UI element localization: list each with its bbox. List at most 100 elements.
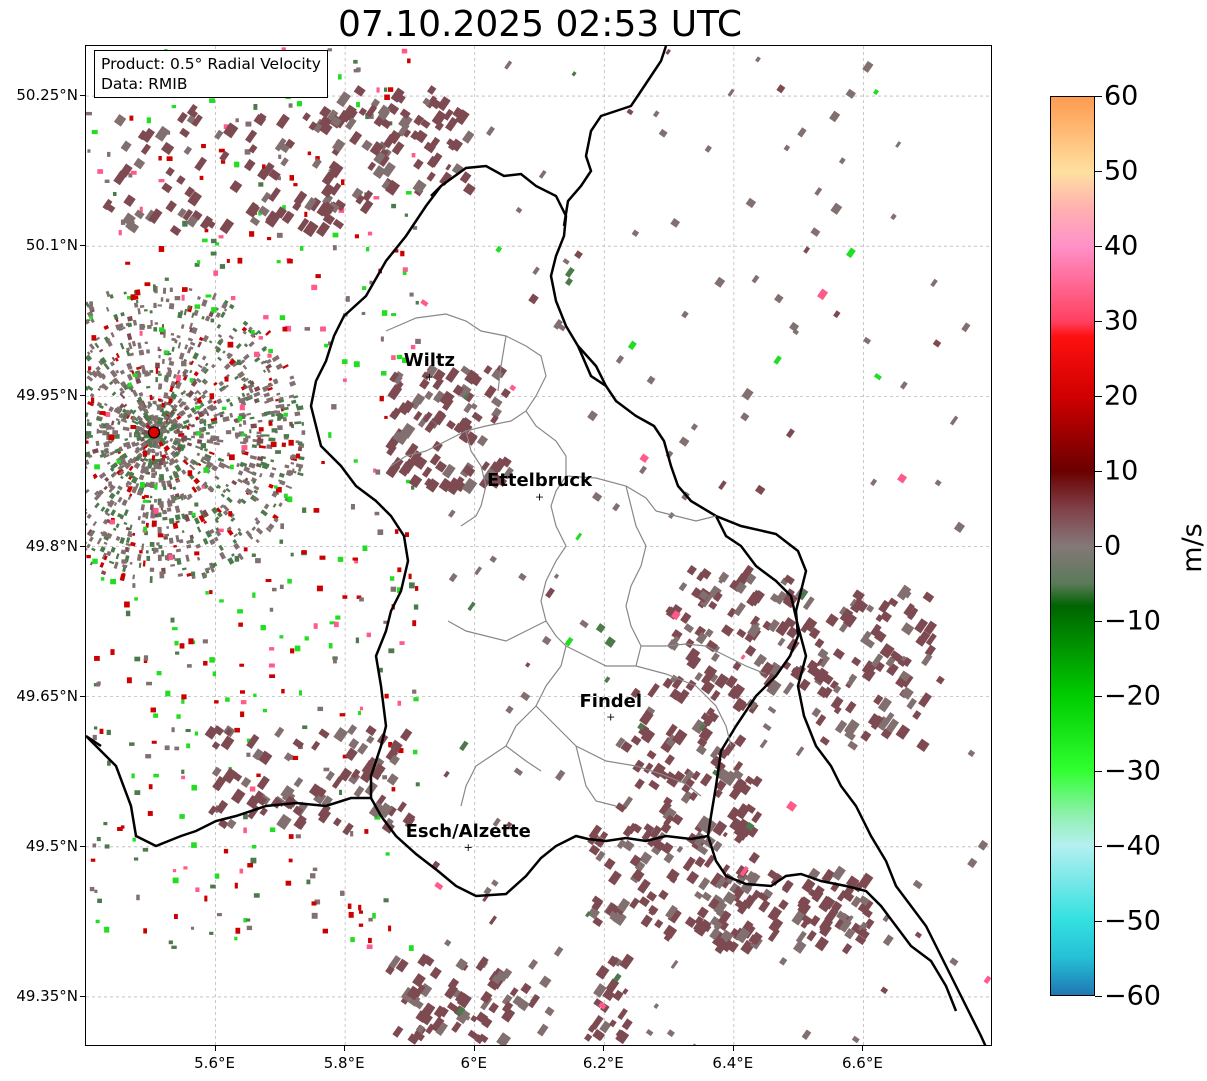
- radar-echo-cell: [281, 442, 287, 448]
- radar-echo-cell: [231, 479, 238, 486]
- radar-echo-cell: [421, 466, 433, 478]
- radar-echo-cell: [143, 526, 148, 532]
- radar-echo-cell: [220, 493, 226, 498]
- radar-echo-cell: [445, 163, 452, 171]
- radar-echo-cell: [281, 689, 285, 694]
- radar-echo-cell: [332, 218, 345, 230]
- radar-echo-cell: [680, 612, 692, 624]
- radar-echo-cell: [283, 434, 290, 438]
- radar-echo-cell: [223, 848, 229, 854]
- radar-echo-cell: [368, 937, 372, 944]
- radar-echo-cell: [362, 286, 367, 290]
- radar-echo-cell: [123, 291, 127, 295]
- radar-echo-cell: [87, 149, 91, 153]
- radar-echo-cell: [359, 910, 363, 914]
- lat-tick-label: 49.8°N: [25, 536, 78, 555]
- radar-echo-cell: [256, 775, 270, 791]
- colorbar-tick-label: −40: [1104, 830, 1161, 862]
- radar-echo-cell: [148, 458, 152, 462]
- lon-tick-label: 5.8°E: [323, 1054, 365, 1072]
- radar-echo-cell: [141, 543, 145, 551]
- radar-echo-cell: [639, 453, 650, 464]
- radar-echo-cell: [149, 310, 153, 314]
- radar-echo-cell: [232, 426, 235, 431]
- radar-echo-cell: [108, 481, 112, 487]
- radar-echo-cell: [86, 351, 91, 356]
- colorbar-tick-label: −60: [1104, 980, 1161, 1012]
- radar-echo-cell: [103, 402, 108, 407]
- colorbar-tick-label: 0: [1104, 530, 1122, 562]
- radar-echo-cell: [175, 651, 180, 655]
- radar-echo-cell: [495, 245, 503, 253]
- radar-echo-cell: [811, 707, 822, 718]
- radar-echo-cell: [109, 519, 115, 525]
- radar-echo-cell: [263, 503, 270, 510]
- radar-echo-cell: [814, 638, 825, 649]
- radar-echo-cell: [297, 441, 303, 445]
- radar-echo-cell: [138, 391, 144, 397]
- germany-border: [562, 46, 987, 1045]
- radar-echo-cell: [182, 419, 190, 425]
- radar-echo-cell: [168, 398, 173, 404]
- radar-echo-cell: [328, 643, 333, 649]
- radar-echo-cell: [117, 485, 123, 491]
- radar-echo-cell: [95, 440, 100, 447]
- radar-echo-cell: [181, 360, 187, 367]
- radar-echo-cell: [373, 196, 380, 200]
- radar-echo-cell: [225, 483, 229, 488]
- radar-echo-cell: [293, 183, 298, 187]
- radar-echo-cell: [353, 68, 360, 73]
- radar-echo-cell: [258, 427, 264, 432]
- radar-echo-cell: [205, 591, 209, 595]
- radar-echo-cell: [282, 364, 289, 369]
- radar-echo-cell: [142, 450, 148, 457]
- radar-echo-cell: [123, 194, 136, 208]
- radar-echo-cell: [171, 627, 178, 631]
- radar-echo-cell: [153, 713, 159, 718]
- radar-map[interactable]: + + + + Wiltz Ettelbruck Findel Esch/Alzette: [85, 45, 992, 1046]
- radar-echo-cell: [249, 416, 255, 420]
- radar-echo-cell: [239, 663, 245, 667]
- radar-echo-cell: [277, 425, 283, 431]
- radar-echo-cell: [149, 403, 153, 406]
- radar-echo-cell: [202, 334, 209, 343]
- radar-echo-cell: [380, 370, 387, 376]
- radar-echo-cell: [210, 884, 216, 889]
- radar-echo-cell: [459, 740, 469, 752]
- radar-echo-cell: [230, 788, 246, 804]
- radar-echo-cell: [171, 346, 175, 352]
- radar-echo-cell: [405, 191, 412, 195]
- radar-echo-cell: [166, 367, 172, 371]
- radar-echo-cell: [103, 441, 110, 448]
- radar-echo-cell: [94, 889, 98, 894]
- radar-echo-cell: [159, 474, 165, 481]
- radar-echo-cell: [125, 261, 131, 265]
- radar-echo-cell: [376, 87, 380, 93]
- radar-echo-cell: [116, 459, 121, 464]
- radar-echo-cell: [806, 930, 817, 942]
- radar-echo-cell: [321, 460, 325, 465]
- radar-echo-cell: [142, 499, 149, 503]
- radar-echo-cell: [117, 420, 121, 425]
- radar-echo-cell: [172, 869, 177, 873]
- radar-echo-cell: [413, 697, 419, 702]
- radar-echo-cell: [663, 852, 675, 864]
- radar-echo-cell: [157, 373, 162, 376]
- radar-echo-cell: [294, 411, 301, 417]
- radar-echo-cell: [134, 656, 141, 662]
- radar-echo-cell: [152, 450, 156, 454]
- radar-echo-cell: [104, 476, 110, 483]
- radar-echo-cell: [895, 724, 911, 740]
- radar-echo-cell: [232, 327, 238, 333]
- radar-echo-cell: [240, 776, 252, 788]
- radar-echo-cell: [384, 415, 388, 419]
- colorbar-tick-mark: [1095, 996, 1102, 997]
- radar-echo-cell: [158, 354, 161, 359]
- radar-echo-cell: [431, 440, 443, 452]
- radar-echo-cell: [391, 355, 396, 360]
- radar-echo-cell: [397, 700, 402, 706]
- radar-echo-cell: [333, 657, 337, 664]
- radar-echo-cell: [278, 502, 283, 508]
- radar-echo-cell: [254, 351, 260, 358]
- radar-echo-cell: [243, 343, 249, 348]
